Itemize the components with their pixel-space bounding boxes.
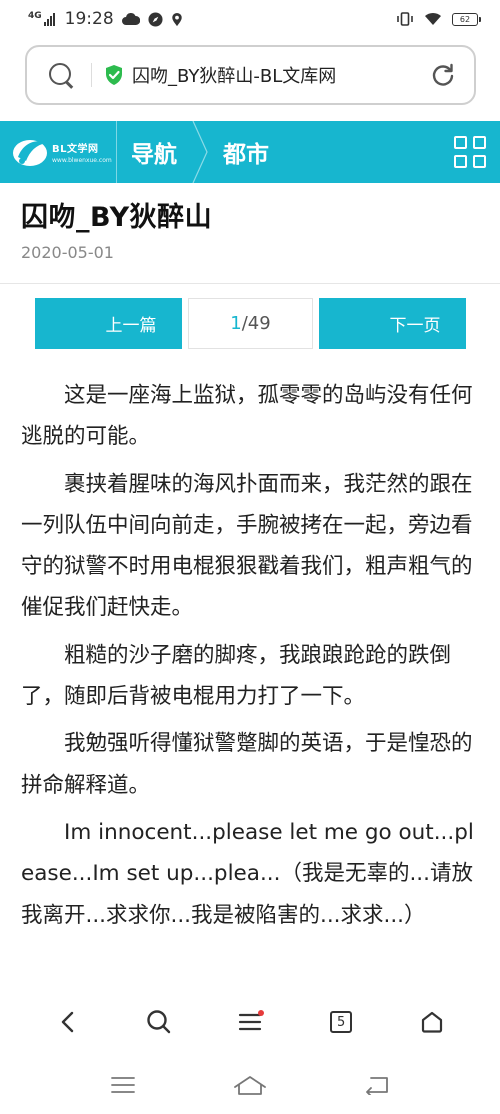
search-icon[interactable]	[47, 61, 75, 89]
site-logo[interactable]: BL文学网 www.blwenxue.com	[0, 121, 116, 183]
system-home-button[interactable]	[230, 1065, 270, 1105]
location-icon	[171, 12, 182, 26]
recents-button[interactable]	[103, 1065, 143, 1105]
article-paragraph: 我勉强听得懂狱警蹩脚的英语，于是惶恐的拼命解释道。	[21, 731, 473, 798]
article-paragraph: Im innocent...please let me go out...ple…	[21, 819, 474, 928]
tabs-icon: 5	[330, 1011, 353, 1033]
prev-article-button[interactable]: 上一篇	[35, 298, 182, 349]
chevron-right-icon	[192, 121, 208, 183]
article-title: 囚吻_BY狄醉山	[21, 202, 213, 233]
article-body: 这是一座海上监狱，孤零零的岛屿没有任何逃脱的可能。 裹挟着腥味的海风扑面而来，我…	[21, 375, 479, 985]
system-back-button[interactable]	[357, 1065, 397, 1105]
search-icon	[147, 1010, 170, 1034]
network-type: 4G	[28, 11, 42, 21]
vibrate-icon	[397, 12, 413, 26]
url-title[interactable]: 囚吻_BY狄醉山-BL文库网	[132, 62, 430, 88]
logo-title: BL文学网	[52, 144, 99, 155]
back-button[interactable]	[48, 1002, 88, 1042]
battery-icon: 62	[452, 12, 481, 26]
recents-icon	[111, 1077, 136, 1093]
address-divider	[91, 63, 92, 87]
article-paragraph: 粗糙的沙子磨的脚疼，我踉踉跄跄的跌倒了，随即后背被电棍用力打了一下。	[21, 642, 452, 710]
nav-item-navigation[interactable]: 导航	[117, 121, 191, 183]
back-icon	[365, 1077, 388, 1095]
status-bar: 4G 19:28 62	[0, 0, 500, 38]
logo-swoosh-icon	[13, 140, 47, 166]
reload-icon[interactable]	[430, 62, 456, 88]
nav-item-city[interactable]: 都市	[209, 121, 283, 183]
address-bar[interactable]: 囚吻_BY狄醉山-BL文库网	[25, 45, 476, 105]
home-button[interactable]	[412, 1002, 452, 1042]
article-paragraph: 裹挟着腥味的海风扑面而来，我茫然的跟在一列队伍中间向前走，手腕被拷在一起，旁边看…	[21, 471, 473, 621]
back-icon	[61, 1011, 73, 1033]
system-nav	[0, 1056, 500, 1114]
signal-icon: 4G	[28, 11, 55, 26]
logo-text: BL文学网 www.blwenxue.com	[52, 140, 112, 164]
search-button[interactable]	[139, 1002, 179, 1042]
home-icon	[234, 1076, 266, 1095]
article-paragraph: 这是一座海上监狱，孤零零的岛屿没有任何逃脱的可能。	[21, 383, 473, 450]
tabs-button[interactable]: 5	[321, 1002, 361, 1042]
home-icon	[422, 1011, 443, 1033]
status-left: 4G 19:28	[28, 9, 183, 29]
browser-toolbar: 5	[0, 990, 500, 1054]
notification-dot	[257, 1010, 264, 1016]
article-date: 2020-05-01	[21, 243, 114, 262]
grid-menu-icon[interactable]	[454, 136, 486, 168]
compass-icon	[148, 11, 163, 27]
next-page-button[interactable]: 下一页	[319, 298, 466, 349]
status-right: 62	[396, 12, 481, 26]
header-divider	[0, 283, 500, 284]
logo-url: www.blwenxue.com	[52, 157, 112, 164]
cloud-icon	[121, 12, 140, 25]
secure-shield-icon	[106, 65, 122, 85]
current-page: 1	[230, 313, 242, 334]
site-nav: BL文学网 www.blwenxue.com 导航 都市	[0, 121, 500, 183]
menu-button[interactable]	[230, 1002, 270, 1042]
page-indicator[interactable]: 1/49	[188, 298, 313, 349]
wifi-icon	[425, 12, 441, 25]
total-pages: /49	[241, 313, 271, 334]
status-time: 19:28	[64, 9, 114, 29]
